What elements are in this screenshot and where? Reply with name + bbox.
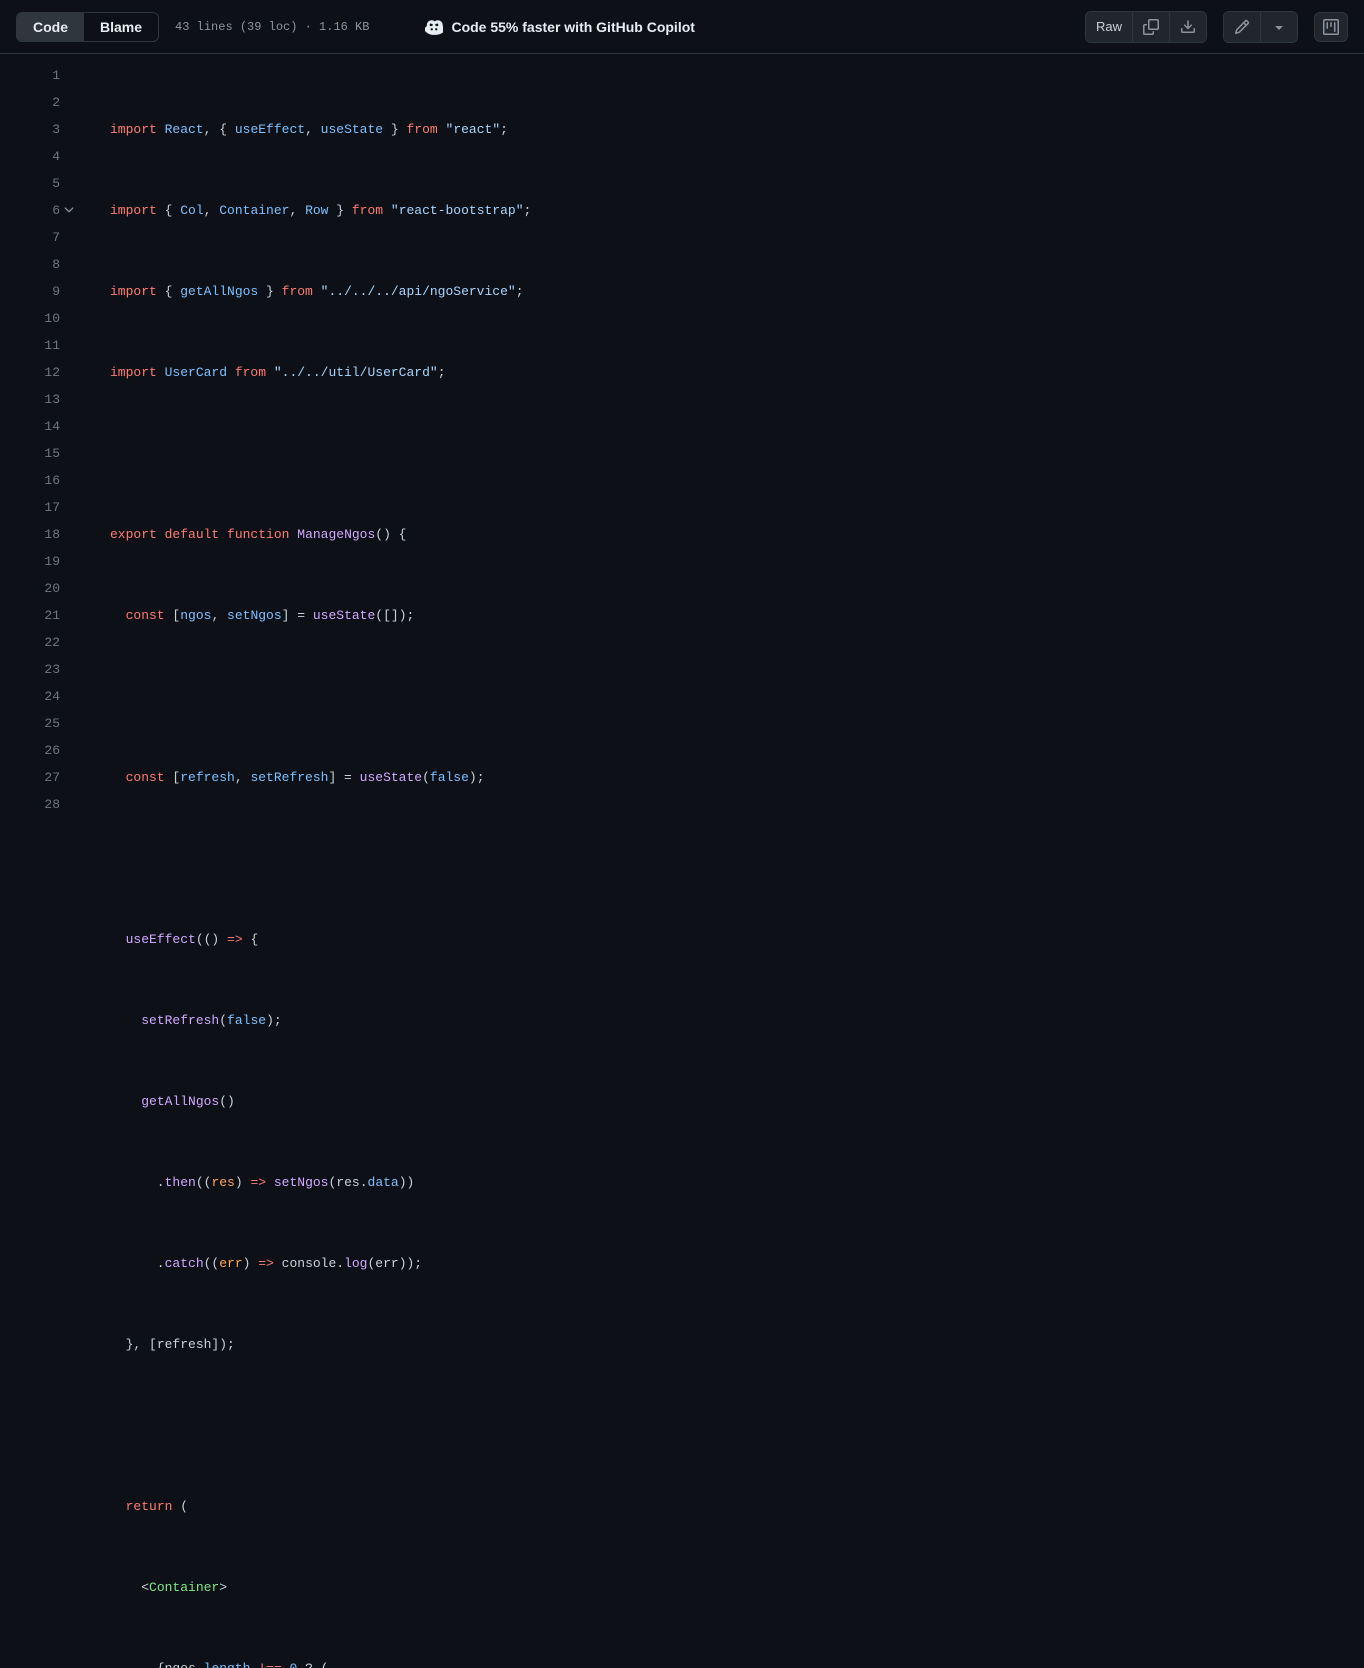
code-content[interactable]: import React, { useEffect, useState } fr… xyxy=(80,62,1364,1668)
line-number[interactable]: 28 xyxy=(0,791,60,818)
copilot-text: Code 55% faster with GitHub Copilot xyxy=(451,19,694,35)
code-line: export default function ManageNgos() { xyxy=(110,521,1364,548)
file-actions-group: Raw xyxy=(1085,11,1207,43)
edit-button[interactable] xyxy=(1224,12,1261,42)
code-line: setRefresh(false); xyxy=(110,1007,1364,1034)
file-info-text: 43 lines (39 loc) · 1.16 KB xyxy=(175,20,369,34)
line-number[interactable]: 18 xyxy=(0,521,60,548)
raw-button[interactable]: Raw xyxy=(1086,12,1133,42)
code-line: .catch((err) => console.log(err)); xyxy=(110,1250,1364,1277)
copilot-icon xyxy=(425,18,443,36)
line-number[interactable]: 27 xyxy=(0,764,60,791)
download-icon xyxy=(1180,19,1196,35)
line-number[interactable]: 19 xyxy=(0,548,60,575)
line-number[interactable]: 6 xyxy=(0,197,60,224)
code-line: return ( xyxy=(110,1493,1364,1520)
line-number[interactable]: 9 xyxy=(0,278,60,305)
code-line xyxy=(110,683,1364,710)
code-line: }, [refresh]); xyxy=(110,1331,1364,1358)
code-line xyxy=(110,440,1364,467)
line-number[interactable]: 7 xyxy=(0,224,60,251)
line-number[interactable]: 3 xyxy=(0,116,60,143)
pencil-icon xyxy=(1234,19,1250,35)
code-line: const [ngos, setNgos] = useState([]); xyxy=(110,602,1364,629)
line-number[interactable]: 13 xyxy=(0,386,60,413)
code-line: const [refresh, setRefresh] = useState(f… xyxy=(110,764,1364,791)
code-viewer[interactable]: 1 2 3 4 5 6 7 8 9 10 11 12 13 14 15 16 1… xyxy=(0,54,1364,1668)
line-number[interactable]: 16 xyxy=(0,467,60,494)
download-button[interactable] xyxy=(1170,12,1206,42)
line-number[interactable]: 26 xyxy=(0,737,60,764)
code-line: <Container> xyxy=(110,1574,1364,1601)
line-number[interactable]: 4 xyxy=(0,143,60,170)
line-number[interactable]: 24 xyxy=(0,683,60,710)
line-number[interactable]: 23 xyxy=(0,656,60,683)
line-number[interactable]: 22 xyxy=(0,629,60,656)
view-tabs: Code Blame xyxy=(16,12,159,42)
blame-tab[interactable]: Blame xyxy=(84,13,158,41)
line-number[interactable]: 8 xyxy=(0,251,60,278)
file-toolbar: Code Blame 43 lines (39 loc) · 1.16 KB C… xyxy=(0,0,1364,54)
symbols-icon xyxy=(1323,19,1339,35)
code-line: .then((res) => setNgos(res.data)) xyxy=(110,1169,1364,1196)
line-number[interactable]: 5 xyxy=(0,170,60,197)
code-line: import { getAllNgos } from "../../../api… xyxy=(110,278,1364,305)
chevron-down-icon xyxy=(1271,19,1287,35)
copy-icon xyxy=(1143,19,1159,35)
code-line: import React, { useEffect, useState } fr… xyxy=(110,116,1364,143)
line-number[interactable]: 21 xyxy=(0,602,60,629)
edit-dropdown[interactable] xyxy=(1261,12,1297,42)
code-line xyxy=(110,1412,1364,1439)
line-number[interactable]: 20 xyxy=(0,575,60,602)
line-number[interactable]: 11 xyxy=(0,332,60,359)
line-number[interactable]: 10 xyxy=(0,305,60,332)
symbols-button[interactable] xyxy=(1314,12,1348,42)
code-line: useEffect(() => { xyxy=(110,926,1364,953)
copy-button[interactable] xyxy=(1133,12,1170,42)
copilot-banner[interactable]: Code 55% faster with GitHub Copilot xyxy=(425,18,694,36)
line-number[interactable]: 1 xyxy=(0,62,60,89)
line-number[interactable]: 25 xyxy=(0,710,60,737)
code-line: import UserCard from "../../util/UserCar… xyxy=(110,359,1364,386)
code-tab[interactable]: Code xyxy=(17,13,84,41)
line-number[interactable]: 17 xyxy=(0,494,60,521)
line-number[interactable]: 12 xyxy=(0,359,60,386)
code-line: {ngos.length !== 0 ? ( xyxy=(110,1655,1364,1668)
code-line xyxy=(110,845,1364,872)
fold-chevron-icon[interactable] xyxy=(62,203,76,217)
edit-group xyxy=(1223,11,1298,43)
line-number-gutter[interactable]: 1 2 3 4 5 6 7 8 9 10 11 12 13 14 15 16 1… xyxy=(0,62,80,1668)
line-number[interactable]: 14 xyxy=(0,413,60,440)
line-number[interactable]: 2 xyxy=(0,89,60,116)
code-line: import { Col, Container, Row } from "rea… xyxy=(110,197,1364,224)
code-line: getAllNgos() xyxy=(110,1088,1364,1115)
line-number[interactable]: 15 xyxy=(0,440,60,467)
